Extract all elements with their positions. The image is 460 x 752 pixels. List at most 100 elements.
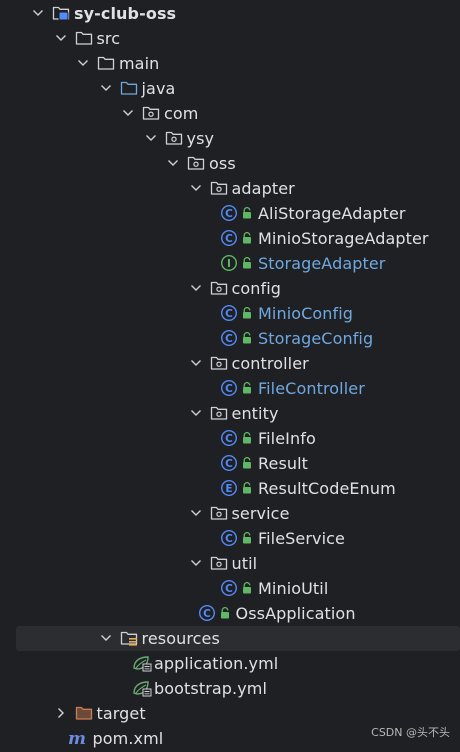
tree-item-resultcodeenum[interactable]: E ResultCodeEnum [0, 476, 460, 501]
svg-text:C: C [225, 458, 233, 470]
tree-item-label: pom.xml [92, 729, 164, 748]
public-access-lock-icon [242, 582, 252, 594]
tree-item-label: OssApplication [235, 604, 356, 623]
chevron-down-icon[interactable] [188, 280, 204, 296]
tree-item-filecontroller[interactable]: C FileController [0, 376, 460, 401]
svg-text:C: C [225, 583, 233, 595]
tree-item-label: sy-club-oss [74, 4, 177, 23]
tree-item-java[interactable]: java [0, 76, 460, 101]
spring-boot-class-icon: C [198, 604, 216, 622]
tree-item-label: FileService [258, 529, 346, 548]
tree-item-fileinfo[interactable]: C FileInfo [0, 426, 460, 451]
tree-item-label: target [96, 704, 146, 723]
package-icon [210, 554, 228, 572]
tree-item-ossapplication[interactable]: C OssApplication [0, 601, 460, 626]
tree-item-resources[interactable]: resources [16, 626, 460, 651]
svg-text:C: C [225, 433, 233, 445]
public-access-lock-icon [242, 257, 252, 269]
svg-text:E: E [225, 483, 232, 495]
chevron-down-icon[interactable] [165, 155, 181, 171]
chevron-down-icon[interactable] [53, 30, 69, 46]
chevron-down-icon[interactable] [188, 555, 204, 571]
tree-item-label: FileController [258, 379, 365, 398]
spring-config-icon [132, 654, 152, 672]
package-icon [142, 104, 160, 122]
chevron-down-icon[interactable] [188, 405, 204, 421]
package-icon [210, 179, 228, 197]
svg-text:C: C [203, 608, 211, 620]
tree-item-util[interactable]: util [0, 551, 460, 576]
tree-item-label: config [231, 279, 282, 298]
interface-icon: I [220, 254, 238, 272]
tree-item-label: FileInfo [258, 429, 316, 448]
tree-item-adapter[interactable]: adapter [0, 176, 460, 201]
tree-item-entity[interactable]: entity [0, 401, 460, 426]
tree-item-miniostorageadapter[interactable]: C MinioStorageAdapter [0, 226, 460, 251]
tree-item-alistorageadapter[interactable]: C AliStorageAdapter [0, 201, 460, 226]
chevron-down-icon[interactable] [30, 5, 46, 21]
tree-item-label: StorageConfig [258, 329, 374, 348]
chevron-right-icon[interactable] [53, 705, 69, 721]
class-icon: C [220, 379, 238, 397]
chevron-down-icon[interactable] [98, 80, 114, 96]
tree-item-config[interactable]: config [0, 276, 460, 301]
package-icon [187, 154, 205, 172]
tree-item-minioutil[interactable]: C MinioUtil [0, 576, 460, 601]
tree-item-oss[interactable]: oss [0, 151, 460, 176]
tree-item-minioconfig[interactable]: C MinioConfig [0, 301, 460, 326]
tree-item-label: bootstrap.yml [154, 679, 268, 698]
public-access-lock-icon [242, 482, 252, 494]
svg-text:C: C [225, 208, 233, 220]
source-folder-icon [120, 79, 138, 97]
tree-item-storageconfig[interactable]: C StorageConfig [0, 326, 460, 351]
spring-config-icon [132, 679, 152, 697]
public-access-lock-icon [242, 207, 252, 219]
tree-item-label: oss [209, 154, 236, 173]
svg-text:C: C [225, 333, 233, 345]
tree-item-main[interactable]: main [0, 51, 460, 76]
tree-item-label: MinioStorageAdapter [258, 229, 429, 248]
class-icon: C [220, 204, 238, 222]
tree-item-storageadapter[interactable]: I StorageAdapter [0, 251, 460, 276]
class-icon: C [220, 579, 238, 597]
class-icon: C [220, 329, 238, 347]
class-icon: C [220, 429, 238, 447]
tree-item-label: MinioUtil [258, 579, 329, 598]
package-icon [210, 279, 228, 297]
tree-item-ysy[interactable]: ysy [0, 126, 460, 151]
folder-icon [75, 29, 93, 47]
tree-item-src[interactable]: src [0, 26, 460, 51]
class-icon: C [220, 454, 238, 472]
tree-item-com[interactable]: com [0, 101, 460, 126]
tree-item-label: src [96, 29, 121, 48]
tree-item-application-yml[interactable]: application.yml [0, 651, 460, 676]
chevron-down-icon[interactable] [188, 355, 204, 371]
package-icon [210, 504, 228, 522]
chevron-down-icon[interactable] [75, 55, 91, 71]
class-icon: C [220, 529, 238, 547]
chevron-down-icon[interactable] [120, 105, 136, 121]
svg-text:C: C [225, 233, 233, 245]
tree-item-sy-club-oss[interactable]: sy-club-oss [0, 1, 460, 26]
tree-item-service[interactable]: service [0, 501, 460, 526]
chevron-down-icon[interactable] [98, 630, 114, 646]
chevron-down-icon[interactable] [188, 180, 204, 196]
chevron-down-icon[interactable] [143, 130, 159, 146]
maven-icon: m [67, 729, 86, 747]
tree-item-fileservice[interactable]: C FileService [0, 526, 460, 551]
tree-item-controller[interactable]: controller [0, 351, 460, 376]
tree-item-result[interactable]: C Result [0, 451, 460, 476]
tree-item-bootstrap-yml[interactable]: bootstrap.yml [0, 676, 460, 701]
tree-item-label: MinioConfig [258, 304, 354, 323]
tree-item-label: resources [141, 629, 220, 648]
enum-icon: E [220, 479, 238, 497]
public-access-lock-icon [220, 607, 230, 619]
svg-text:m: m [68, 729, 86, 747]
excluded-folder-icon [75, 704, 93, 722]
chevron-down-icon[interactable] [188, 505, 204, 521]
tree-item-label: ysy [186, 129, 215, 148]
svg-text:I: I [227, 258, 231, 270]
tree-item-target[interactable]: target [0, 701, 460, 726]
tree-item-label: adapter [231, 179, 295, 198]
folder-icon [97, 54, 115, 72]
